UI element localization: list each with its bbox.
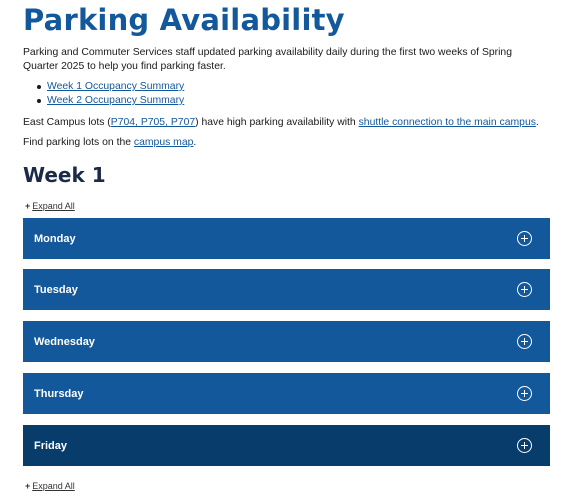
east-campus-suffix: . <box>535 117 539 128</box>
accordion-friday[interactable]: Friday <box>23 425 550 466</box>
east-campus-text: East Campus lots (P704, P705, P707) have… <box>23 116 539 130</box>
accordion-wednesday[interactable]: Wednesday <box>23 321 550 362</box>
week-1-summary-link[interactable]: Week 1 Occupancy Summary <box>47 81 184 92</box>
week-2-summary-link[interactable]: Week 2 Occupancy Summary <box>47 95 184 106</box>
accordion-label: Tuesday <box>34 283 78 296</box>
accordion-label: Friday <box>34 439 68 452</box>
plus-circle-icon <box>517 282 532 297</box>
summary-links-list: Week 1 Occupancy Summary Week 2 Occupanc… <box>37 80 184 108</box>
intro-text: Parking and Commuter Services staff upda… <box>23 47 512 72</box>
east-campus-prefix: East Campus lots ( <box>23 117 111 128</box>
accordion-monday[interactable]: Monday <box>23 218 550 259</box>
list-item: Week 2 Occupancy Summary <box>37 94 184 108</box>
expand-all-label: Expand All <box>32 481 75 491</box>
plus-icon: + <box>25 201 31 211</box>
accordion-label: Wednesday <box>34 335 95 348</box>
plus-icon: + <box>25 481 31 491</box>
campus-map-prefix: Find parking lots on the <box>23 137 134 148</box>
week-heading: Week 1 <box>23 163 106 187</box>
expand-all-label: Expand All <box>32 201 75 211</box>
expand-all-button[interactable]: + Expand All <box>25 200 75 212</box>
shuttle-link[interactable]: shuttle connection to the main campus <box>359 117 536 128</box>
plus-circle-icon <box>517 438 532 453</box>
list-item: Week 1 Occupancy Summary <box>37 80 184 94</box>
expand-all-button-bottom[interactable]: + Expand All <box>25 480 75 492</box>
accordion-label: Thursday <box>34 387 84 400</box>
plus-circle-icon <box>517 334 532 349</box>
plus-circle-icon <box>517 231 532 246</box>
east-campus-middle: ) have high parking availability with <box>195 117 359 128</box>
accordion-thursday[interactable]: Thursday <box>23 373 550 414</box>
plus-circle-icon <box>517 386 532 401</box>
east-campus-lots-link[interactable]: P704, P705, P707 <box>111 117 195 128</box>
campus-map-suffix: . <box>193 137 197 148</box>
accordion-label: Monday <box>34 232 76 245</box>
campus-map-text: Find parking lots on the campus map. <box>23 136 196 150</box>
campus-map-link[interactable]: campus map <box>134 137 193 148</box>
page-title: Parking Availability <box>23 3 345 37</box>
accordion-tuesday[interactable]: Tuesday <box>23 269 550 310</box>
